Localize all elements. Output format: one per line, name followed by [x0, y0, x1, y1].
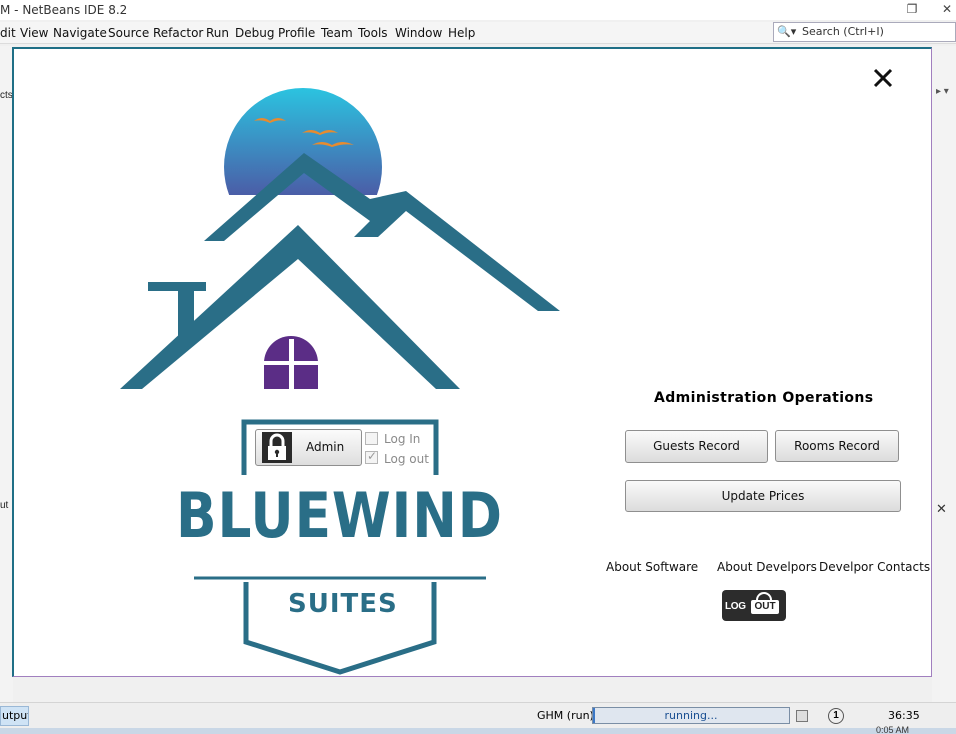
menu-window[interactable]: Window: [395, 26, 442, 40]
taskbar-strip: 0:05 AM: [0, 725, 956, 734]
ide-right-panel: ▸ ▾ ✕: [932, 46, 956, 702]
rooms-record-button[interactable]: Rooms Record: [775, 430, 899, 462]
logout-label: Log out: [384, 452, 429, 466]
about-software-link[interactable]: About Software: [606, 560, 698, 574]
ide-status-bar: utput GHM (run) running... 1 36:35: [0, 702, 956, 728]
search-icon: 🔍▾: [777, 26, 797, 38]
checkmark-icon: ✓: [367, 449, 378, 463]
close-icon[interactable]: [871, 66, 895, 90]
menu-refactor[interactable]: Refactor: [153, 26, 203, 40]
login-checkbox[interactable]: [365, 432, 378, 445]
menu-help[interactable]: Help: [448, 26, 475, 40]
tray-clock: 0:05 AM: [876, 725, 910, 734]
guests-record-label: Guests Record: [653, 439, 740, 453]
brand-main-text: BLUEWIND: [176, 479, 503, 552]
run-progress-bar[interactable]: running...: [592, 707, 790, 724]
bluewind-logo: [120, 88, 560, 675]
developer-contacts-link[interactable]: Develpor Contacts: [819, 560, 930, 574]
update-prices-button[interactable]: Update Prices: [625, 480, 901, 512]
caret-position: 36:35: [888, 709, 920, 722]
progress-text: running...: [664, 709, 718, 722]
house-window: [264, 336, 318, 389]
ops-title: Administration Operations: [654, 390, 874, 406]
ide-search-input[interactable]: 🔍▾ Search (Ctrl+I): [773, 22, 956, 42]
scroll-arrow-icon[interactable]: ▸ ▾: [936, 86, 949, 97]
close-output-icon[interactable]: ✕: [936, 501, 947, 517]
logout-part2: OUT: [751, 600, 779, 614]
app-window: BLUEWIND SUITES Admin Log In ✓ Log out A…: [12, 47, 932, 677]
menu-navigate[interactable]: Navigate: [53, 26, 107, 40]
close-window-icon[interactable]: ✕: [932, 0, 956, 20]
update-prices-label: Update Prices: [721, 489, 805, 503]
login-label: Log In: [384, 432, 421, 446]
stop-process-icon[interactable]: [796, 710, 808, 722]
projects-tab-fragment[interactable]: cts: [0, 90, 13, 101]
menu-tools[interactable]: Tools: [358, 26, 388, 40]
notifications-icon[interactable]: 1: [828, 708, 844, 724]
search-placeholder: Search (Ctrl+I): [802, 25, 884, 38]
rooms-record-label: Rooms Record: [794, 439, 880, 453]
logout-part1: LOG: [725, 601, 746, 612]
logout-checkbox[interactable]: ✓: [365, 449, 378, 464]
menu-run[interactable]: Run: [206, 26, 229, 40]
menu-team[interactable]: Team: [321, 26, 353, 40]
ide-title-bar: M - NetBeans IDE 8.2 ❐ ✕: [0, 0, 956, 20]
menu-profile[interactable]: Profile: [278, 26, 315, 40]
brand-sub-text: SUITES: [288, 589, 398, 619]
process-name: GHM (run): [537, 709, 594, 722]
desktop-screen: M - NetBeans IDE 8.2 ❐ ✕ dit View Naviga…: [0, 0, 956, 734]
output-tab-fragment[interactable]: ut: [0, 500, 8, 511]
admin-button-label: Admin: [306, 440, 345, 454]
lock-icon: [262, 432, 292, 463]
about-developers-link[interactable]: About Develpors: [717, 560, 817, 574]
menu-debug[interactable]: Debug: [235, 26, 274, 40]
ide-title: M - NetBeans IDE 8.2: [0, 3, 128, 17]
menu-view[interactable]: View: [20, 26, 48, 40]
menu-edit[interactable]: dit: [0, 26, 16, 40]
restore-window-icon[interactable]: ❐: [897, 0, 927, 20]
admin-button[interactable]: Admin: [255, 429, 362, 466]
guests-record-button[interactable]: Guests Record: [625, 430, 768, 463]
logout-button[interactable]: LOG OUT: [722, 590, 786, 621]
output-tab[interactable]: utput: [0, 706, 29, 726]
menu-source[interactable]: Source: [108, 26, 149, 40]
